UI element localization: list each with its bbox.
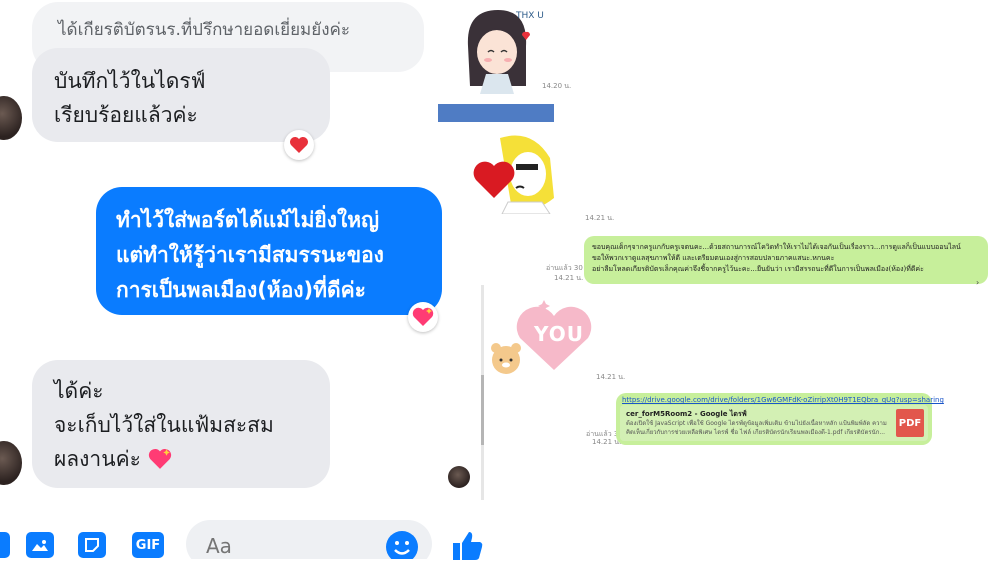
avatar[interactable] — [0, 441, 22, 485]
read-receipt: อ่านแล้ว 30 — [546, 264, 583, 272]
link-title: cer_forM5Room2 - Google ไดรฟ์ — [626, 410, 747, 418]
heart-kiss-sticker[interactable] — [472, 128, 568, 215]
message-bubble-received[interactable]: บันทึกไว้ในไดรฟ์ เรียบร้อยแล้วค่ะ — [32, 48, 330, 142]
line-chat-pane: THX U 14.20 น. 14.21 น. อ่านแล้ว 30 14.2… — [438, 0, 994, 559]
redacted-name-bar — [438, 104, 554, 122]
link-url[interactable]: https://drive.google.com/drive/folders/1… — [622, 396, 944, 405]
message-text: ทำไว้ใส่พอร์ตได้แม้ไม่ยิ่งใหญ่ — [116, 208, 379, 232]
avatar[interactable] — [448, 466, 470, 488]
message-bubble-received[interactable]: ได้ค่ะ จะเก็บไว้ใส่ในแฟ้มสะสม ผลงานค่ะ — [32, 360, 330, 488]
message-text: เรียบร้อยแล้วค่ะ — [54, 103, 198, 127]
scrollbar-thumb[interactable] — [481, 375, 484, 445]
timestamp: 14.21 น. — [554, 274, 584, 282]
message-text: ขอบคุณเด็กๆจากครูแกกับครูเจตนคะ...ด้วยสถ… — [592, 243, 961, 251]
message-text: จะเก็บไว้ใส่ในแฟ้มสะสม — [54, 413, 274, 437]
sticker-icon[interactable] — [78, 532, 106, 558]
message-text: แต่ทำให้รู้ว่าเรามีสมรรนะของ — [116, 243, 384, 267]
sparkle-heart-reaction-icon[interactable] — [408, 302, 438, 332]
menu-icon[interactable] — [0, 532, 10, 558]
message-text: บันทึกไว้ในไดรฟ์ — [54, 69, 206, 93]
messenger-pane: ได้เกียรติบัตรนร.ที่ปรึกษายอดเยี่ยมยังค่… — [0, 0, 450, 559]
timestamp: 14.21 น. — [596, 373, 626, 381]
message-input[interactable] — [204, 532, 368, 559]
image-icon[interactable] — [26, 532, 54, 558]
timestamp: 14.20 น. — [542, 82, 572, 90]
message-text-fragment: ผลงานค่ะ — [54, 447, 141, 471]
message-text: ได้เกียรติบัตรนร.ที่ปรึกษายอดเยี่ยมยังค่… — [58, 20, 351, 40]
sticker-text: YOU — [534, 322, 585, 346]
message-text: การเป็นพลเมือง(ห้อง)ที่ดีค่ะ — [116, 278, 366, 302]
message-text: อย่าลืมโหลดเกียรติบัตรเล็กคุณค่าจึงชี้จา… — [592, 265, 924, 273]
scroll-indicator-icon[interactable]: › — [976, 278, 986, 288]
avatar[interactable] — [0, 96, 22, 140]
message-bubble-sent[interactable]: ทำไว้ใส่พอร์ตได้แม้ไม่ยิ่งใหญ่ แต่ทำให้ร… — [96, 187, 442, 315]
pdf-icon: PDF — [896, 409, 924, 437]
sticker-caption: THX U — [516, 11, 544, 21]
message-bubble-sent[interactable]: ขอบคุณเด็กๆจากครูแกกับครูเจตนคะ...ด้วยสถ… — [584, 236, 988, 284]
message-text: ผลงานค่ะ — [54, 442, 330, 476]
gif-button[interactable]: GIF — [132, 532, 164, 558]
emoji-icon[interactable] — [386, 531, 418, 559]
message-text: ขอให้พวกเราดูแลสุขภาพให้ดี และเตรียมตนเอ… — [592, 254, 835, 262]
link-preview-bubble[interactable]: https://drive.google.com/drive/folders/1… — [616, 393, 944, 445]
link-description: ต้องเปิดใช้ JavaScript เพื่อใช้ Google ไ… — [626, 420, 887, 436]
link-card[interactable]: cer_forM5Room2 - Google ไดรฟ์ ต้องเปิดใช… — [620, 405, 928, 441]
heart-reaction-icon[interactable] — [284, 130, 314, 160]
message-text: ได้ค่ะ — [54, 379, 104, 403]
timestamp: 14.21 น. — [585, 214, 615, 222]
sparkle-heart-emoji-icon — [148, 448, 171, 469]
